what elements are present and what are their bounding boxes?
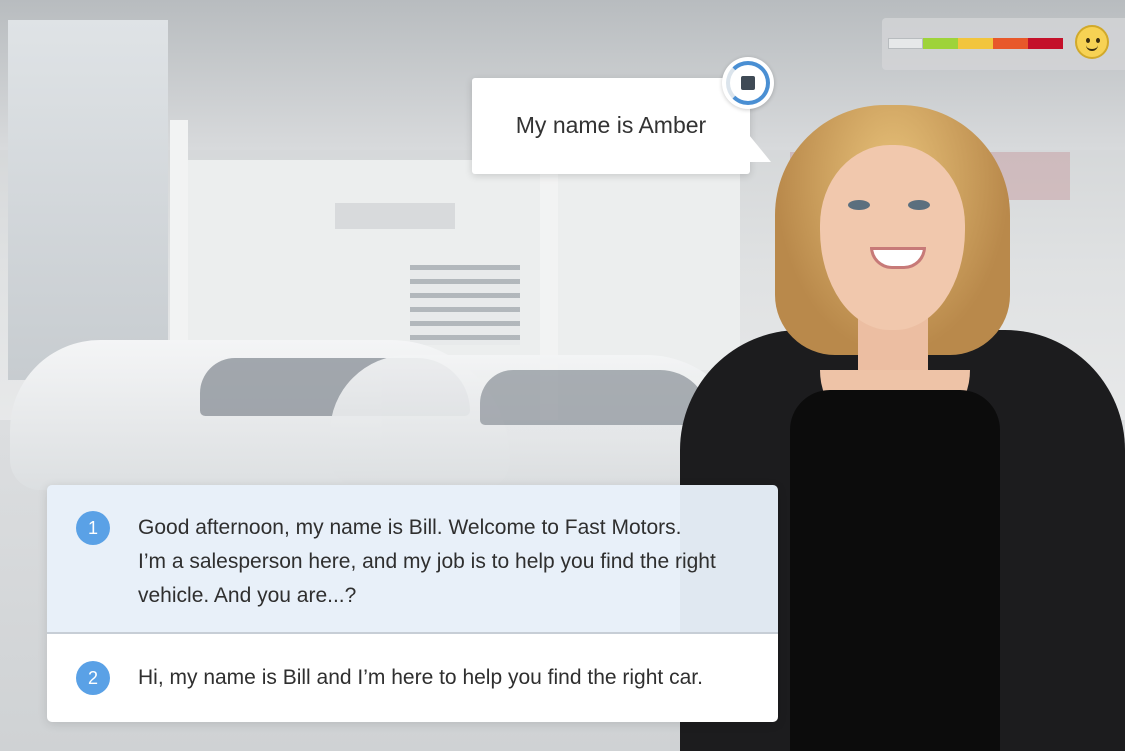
stop-audio-button[interactable] [722, 57, 774, 109]
option-text: Hi, my name is Bill and I’m here to help… [138, 661, 703, 695]
response-option-2[interactable]: 2 Hi, my name is Bill and I’m here to he… [47, 634, 778, 722]
option-number-badge: 1 [76, 511, 110, 545]
speech-text: My name is Amber [515, 112, 707, 138]
option-text: Good afternoon, my name is Bill. Welcome… [138, 511, 716, 613]
avatar-top [790, 390, 1000, 751]
mood-segment [1028, 38, 1063, 49]
mood-segment [888, 38, 923, 49]
speech-bubble: My name is Amber [472, 78, 750, 174]
option-text-line: I’m a salesperson here, and my job is to… [138, 550, 716, 573]
mood-segment [958, 38, 993, 49]
option-text-line: vehicle. And you are...? [138, 584, 357, 607]
simulation-scene: My name is Amber 1 Good afternoon, my na… [0, 0, 1125, 751]
avatar-eye [848, 200, 870, 210]
mood-segment [993, 38, 1028, 49]
speech-bubble-tail [745, 130, 771, 162]
mood-scale [888, 38, 1063, 49]
option-text-line: Hi, my name is Bill and I’m here to help… [138, 666, 703, 689]
response-options: 1 Good afternoon, my name is Bill. Welco… [47, 485, 778, 722]
background-window [8, 20, 168, 380]
option-number-badge: 2 [76, 661, 110, 695]
response-option-1[interactable]: 1 Good afternoon, my name is Bill. Welco… [47, 485, 778, 634]
background-sign [335, 203, 455, 229]
stop-icon [741, 76, 755, 90]
avatar-face [820, 145, 965, 330]
mood-meter [882, 18, 1125, 70]
option-text-line: Good afternoon, my name is Bill. Welcome… [138, 516, 682, 539]
smiley-face-icon [1075, 25, 1109, 59]
avatar-eye [908, 200, 930, 210]
mood-segment [923, 38, 958, 49]
background-rack [410, 265, 520, 345]
